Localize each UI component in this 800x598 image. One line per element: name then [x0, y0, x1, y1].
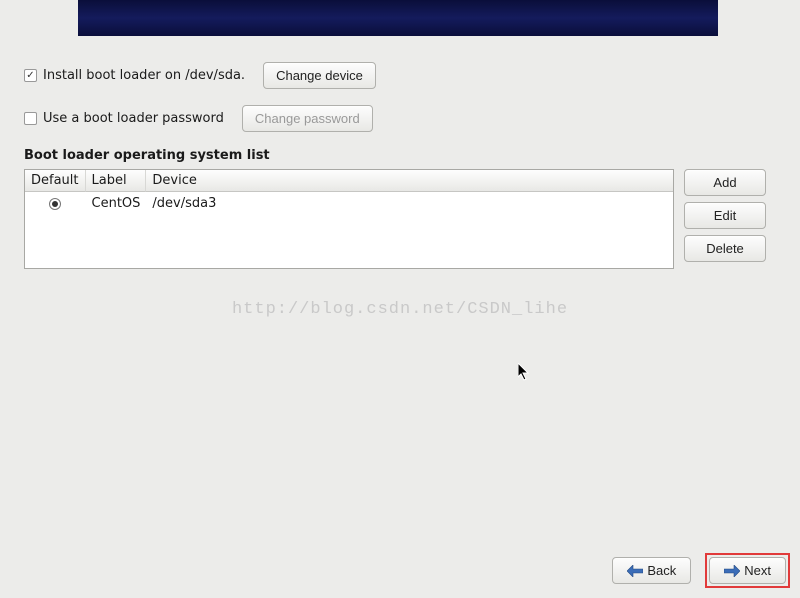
col-label[interactable]: Label [86, 170, 147, 192]
change-device-button[interactable]: Change device [263, 62, 376, 89]
install-boot-loader-row: ✓ Install boot loader on /dev/sda. Chang… [24, 62, 776, 89]
os-table: Default Label Device CentOS /dev/sda3 [24, 169, 674, 269]
watermark-text: http://blog.csdn.net/CSDN_lihe [0, 300, 800, 319]
back-button-label: Back [647, 563, 676, 578]
use-password-label: Use a boot loader password [43, 111, 224, 126]
footer-nav: Back Next [612, 553, 790, 588]
use-password-row: Use a boot loader password Change passwo… [24, 105, 776, 132]
default-radio[interactable] [49, 198, 61, 210]
arrow-left-icon [627, 565, 643, 577]
edit-button[interactable]: Edit [684, 202, 766, 229]
side-buttons: Add Edit Delete [684, 169, 766, 262]
install-boot-loader-label: Install boot loader on /dev/sda. [43, 68, 245, 83]
os-list-title: Boot loader operating system list [24, 148, 776, 163]
delete-button[interactable]: Delete [684, 235, 766, 262]
col-device[interactable]: Device [146, 170, 673, 192]
change-password-button: Change password [242, 105, 373, 132]
table-area: Default Label Device CentOS /dev/sda3 Ad… [24, 169, 776, 269]
row-label: CentOS [86, 192, 147, 268]
back-button[interactable]: Back [612, 557, 691, 584]
row-device: /dev/sda3 [146, 192, 673, 268]
col-default[interactable]: Default [25, 170, 86, 192]
content-area: ✓ Install boot loader on /dev/sda. Chang… [24, 62, 776, 269]
add-button[interactable]: Add [684, 169, 766, 196]
use-password-checkbox[interactable] [24, 112, 37, 125]
next-button-label: Next [744, 563, 771, 578]
install-boot-loader-checkbox[interactable]: ✓ [24, 69, 37, 82]
next-button[interactable]: Next [709, 557, 786, 584]
next-highlight-frame: Next [705, 553, 790, 588]
header-banner [78, 0, 718, 36]
mouse-cursor-icon [518, 363, 532, 383]
arrow-right-icon [724, 565, 740, 577]
table-row[interactable]: CentOS /dev/sda3 [25, 192, 673, 268]
table-header-row: Default Label Device [25, 170, 673, 192]
